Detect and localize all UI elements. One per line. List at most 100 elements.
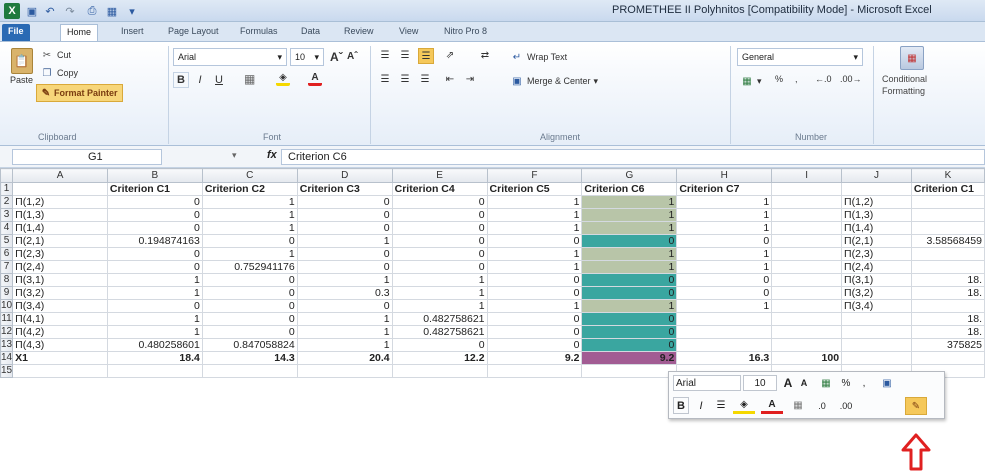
cell[interactable]	[771, 286, 843, 300]
mini-center-button[interactable]: ☰	[713, 397, 729, 414]
cell[interactable]: Criterion C3	[296, 182, 393, 196]
mini-format-painter-button[interactable]: ✎	[905, 397, 927, 415]
mini-grow-font-button[interactable]: A	[781, 375, 795, 391]
cell[interactable]: 0.3	[296, 286, 393, 300]
cell[interactable]: 1	[486, 299, 583, 313]
cell[interactable]	[841, 312, 912, 326]
align-middle-button[interactable]: ☰	[398, 48, 412, 62]
cell[interactable]: Π(2,1)	[841, 234, 912, 248]
cell[interactable]: Π(2,1)	[12, 234, 108, 248]
cell[interactable]: 1	[676, 208, 773, 222]
cell[interactable]	[296, 364, 393, 378]
cell[interactable]: Π(1,2)	[841, 195, 912, 209]
cell[interactable]: 0	[391, 195, 488, 209]
cell[interactable]	[12, 364, 108, 378]
cell[interactable]: 1	[581, 221, 678, 235]
cell[interactable]: Π(1,4)	[12, 221, 108, 235]
column-header-h[interactable]: H	[676, 168, 773, 183]
cell[interactable]: Π(2,3)	[12, 247, 108, 261]
accounting-format-button[interactable]: ▦ ▾	[740, 74, 761, 88]
cell[interactable]: 1	[201, 247, 298, 261]
row-header[interactable]: 10	[0, 299, 14, 313]
cell[interactable]: 0	[296, 247, 393, 261]
cell[interactable]: Π(2,4)	[841, 260, 912, 274]
cell[interactable]: Π(2,3)	[841, 247, 912, 261]
mini-comma-button[interactable]: ,	[857, 375, 871, 391]
text-direction-button[interactable]: ⇄	[478, 48, 492, 62]
cell[interactable]: 0	[581, 273, 678, 287]
cell[interactable]: 0	[486, 234, 583, 248]
cell[interactable]: 0	[296, 195, 393, 209]
print-icon[interactable]: ⎙	[84, 3, 100, 19]
conditional-formatting-button[interactable]: ▦	[900, 46, 924, 70]
shrink-font-button[interactable]: Aˆ	[347, 51, 358, 62]
cell[interactable]: 1	[581, 299, 678, 313]
cell[interactable]: Criterion C5	[486, 182, 583, 196]
cell[interactable]	[12, 182, 108, 196]
cut-button[interactable]: ✂ Cut	[40, 48, 71, 62]
increase-decimal-button[interactable]: ←.0	[815, 74, 832, 84]
cell[interactable]: 1	[486, 247, 583, 261]
cell[interactable]	[771, 273, 843, 287]
italic-button[interactable]: I	[192, 72, 208, 88]
cell[interactable]	[771, 260, 843, 274]
cell[interactable]: 18.	[910, 325, 985, 339]
cell[interactable]: 0.752941176	[201, 260, 298, 274]
cell[interactable]: 1	[106, 325, 203, 339]
cell[interactable]: 0.482758621	[391, 312, 488, 326]
column-header-g[interactable]: G	[581, 168, 678, 183]
cell[interactable]: 1	[486, 208, 583, 222]
cell[interactable]	[771, 312, 843, 326]
cell[interactable]: 1	[676, 260, 773, 274]
row-header[interactable]: 13	[0, 338, 14, 352]
cell[interactable]: 0	[391, 260, 488, 274]
mini-decrease-decimal-button[interactable]: .00	[835, 397, 857, 414]
column-header-a[interactable]: A	[12, 168, 108, 183]
cell[interactable]: 0	[296, 221, 393, 235]
cell[interactable]: Π(1,3)	[12, 208, 108, 222]
cell[interactable]	[106, 364, 203, 378]
mini-borders-button[interactable]: ▦	[789, 397, 807, 414]
mini-size-select[interactable]: 10	[743, 375, 777, 391]
column-header-k[interactable]: K	[910, 168, 985, 183]
column-header-d[interactable]: D	[296, 168, 393, 183]
cell[interactable]: 0	[296, 208, 393, 222]
cell[interactable]	[771, 247, 843, 261]
cell[interactable]	[841, 182, 912, 196]
cell[interactable]: 1	[676, 299, 773, 313]
cell[interactable]: 1	[581, 260, 678, 274]
name-box[interactable]: G1	[12, 149, 162, 165]
tab-review[interactable]: Review	[338, 24, 380, 41]
font-size-select[interactable]: 10 ▾	[290, 48, 324, 66]
cell[interactable]: Π(4,3)	[12, 338, 108, 352]
cell[interactable]: 1	[296, 273, 393, 287]
cell[interactable]: 0	[106, 221, 203, 235]
cell[interactable]: 1	[296, 312, 393, 326]
cell[interactable]: 9.2	[581, 351, 678, 365]
cell[interactable]: 18.4	[106, 351, 203, 365]
bold-button[interactable]: B	[173, 72, 189, 88]
cell[interactable]: Π(4,1)	[12, 312, 108, 326]
cell[interactable]: Criterion C2	[201, 182, 298, 196]
cell[interactable]: 1	[296, 234, 393, 248]
cell[interactable]: 0	[486, 338, 583, 352]
cell[interactable]: 0.482758621	[391, 325, 488, 339]
cell[interactable]	[910, 195, 985, 209]
cell[interactable]: 20.4	[296, 351, 393, 365]
cell[interactable]: 0	[106, 247, 203, 261]
font-name-select[interactable]: Arial ▾	[173, 48, 287, 66]
cell[interactable]: 0	[676, 286, 773, 300]
cell[interactable]: 1	[201, 221, 298, 235]
quick-access-more-icon[interactable]: ▾	[124, 3, 140, 19]
align-bottom-button[interactable]: ☰	[418, 48, 434, 64]
cell[interactable]: 1	[581, 247, 678, 261]
cell[interactable]	[771, 182, 843, 196]
cell[interactable]: 0	[676, 234, 773, 248]
cell[interactable]	[771, 195, 843, 209]
cell[interactable]	[910, 208, 985, 222]
row-header[interactable]: 8	[0, 273, 14, 287]
cell[interactable]: 1	[296, 338, 393, 352]
cell[interactable]	[771, 208, 843, 222]
mini-shrink-font-button[interactable]: A	[797, 375, 811, 391]
cell[interactable]: Π(1,2)	[12, 195, 108, 209]
